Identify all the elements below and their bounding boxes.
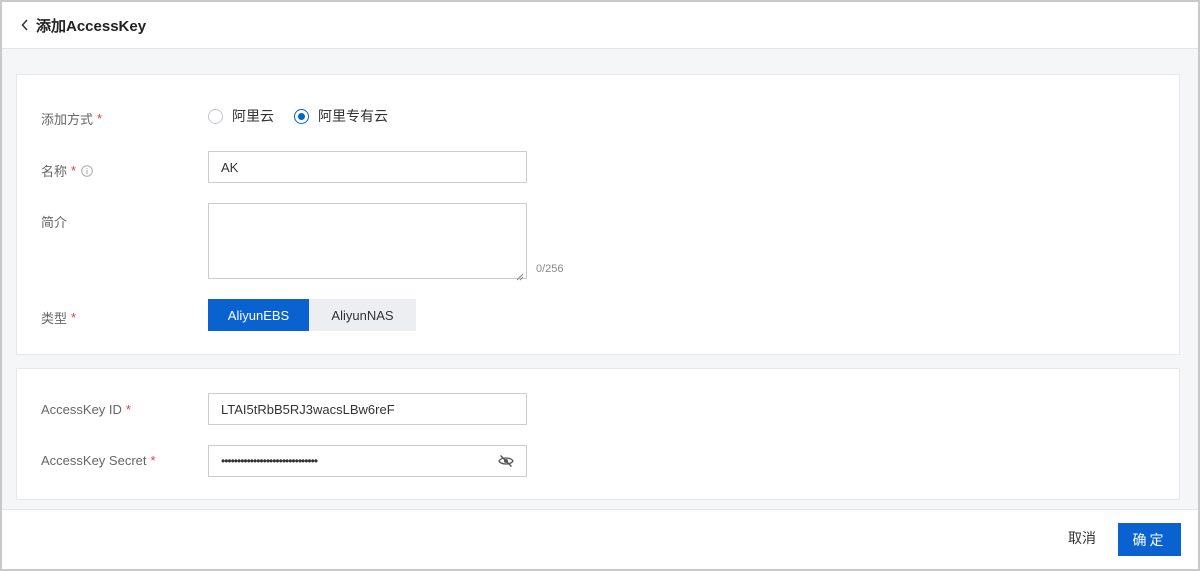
chevron-left-icon[interactable] [18, 18, 32, 32]
page-title: 添加AccessKey [36, 17, 147, 35]
type-selector: AliyunEBS AliyunNAS [208, 299, 416, 331]
footer: 取消 确定 [2, 509, 1198, 569]
access-key-id-label: AccessKey ID * [41, 402, 131, 417]
type-label: 类型 * [41, 310, 77, 326]
resize-handle-icon[interactable] [516, 268, 524, 281]
basic-info-card: 添加方式 * 阿里云 阿里专有云 名称 * AK 简介 0/256 类型 * A… [16, 74, 1180, 355]
name-input[interactable]: AK [208, 151, 527, 183]
radio-aliyun-private[interactable]: 阿里专有云 [294, 106, 388, 126]
name-label: 名称 * [41, 161, 93, 180]
header: 添加AccessKey [2, 2, 1198, 49]
radio-unchecked-icon [208, 108, 223, 124]
access-key-secret-label: AccessKey Secret * [41, 453, 156, 468]
info-icon[interactable] [81, 164, 93, 177]
method-label: 添加方式 * [41, 111, 103, 127]
confirm-button[interactable]: 确定 [1118, 523, 1181, 556]
description-counter: 0/256 [536, 263, 564, 275]
radio-checked-icon [294, 108, 309, 124]
eye-off-icon[interactable] [498, 454, 514, 468]
type-option-aliyunebs[interactable]: AliyunEBS [208, 299, 309, 331]
method-radio-group: 阿里云 阿里专有云 [208, 106, 408, 126]
dialog-window: 添加AccessKey 添加方式* 阿里云 阿里专有云 名称* AK 简介 [0, 0, 1200, 571]
description-label: 简介 [41, 215, 68, 230]
password-value: •••••••••••••••••••••••••••••• [221, 454, 318, 468]
access-key-secret-input[interactable]: •••••••••••••••••••••••••••••• [208, 445, 527, 477]
type-option-aliyunnas[interactable]: AliyunNAS [309, 299, 416, 331]
access-key-id-input[interactable]: LTAI5tRbB5RJ3wacsLBw6reF [208, 393, 527, 425]
description-textarea[interactable] [208, 203, 527, 281]
cancel-button[interactable]: 取消 [1068, 528, 1096, 548]
radio-aliyun[interactable]: 阿里云 [208, 106, 274, 126]
credentials-card: AccessKey ID * LTAI5tRbB5RJ3wacsLBw6reF A… [16, 368, 1180, 500]
